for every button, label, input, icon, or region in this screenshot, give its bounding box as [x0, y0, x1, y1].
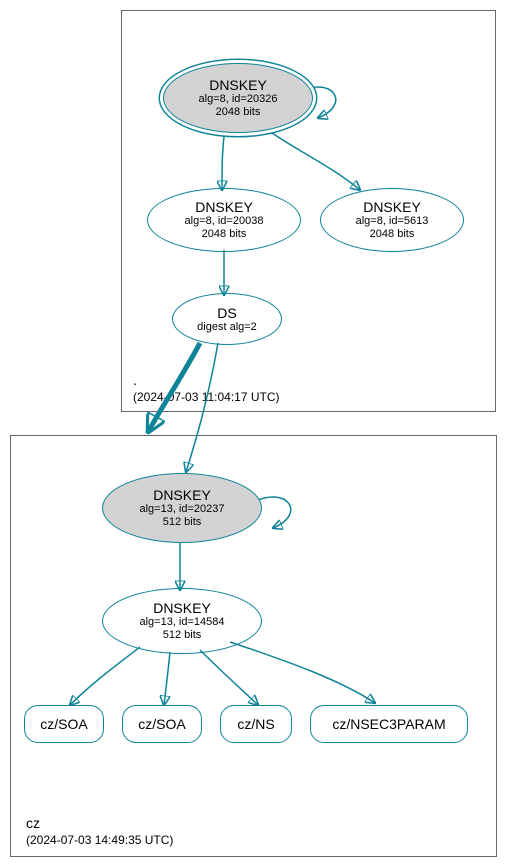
node-title: DNSKEY — [209, 77, 267, 93]
node-sub: 512 bits — [163, 629, 202, 642]
node-sub: alg=13, id=14584 — [139, 616, 224, 629]
zone-timestamp-cz: (2024-07-03 14:49:35 UTC) — [26, 833, 173, 847]
node-sub: 512 bits — [163, 516, 202, 529]
zone-label-root: . — [133, 372, 137, 388]
zone-label-cz: cz — [26, 815, 40, 831]
node-title: cz/NS — [237, 716, 274, 732]
node-root-ds: DS digest alg=2 — [172, 293, 282, 345]
node-title: DS — [217, 305, 236, 321]
node-sub: 2048 bits — [370, 228, 415, 241]
node-cz-ksk: DNSKEY alg=13, id=20237 512 bits — [102, 473, 262, 543]
node-title: DNSKEY — [153, 600, 211, 616]
node-root-ksk: DNSKEY alg=8, id=20326 2048 bits — [163, 63, 313, 133]
node-rr-n3p: cz/NSEC3PARAM — [310, 705, 468, 743]
node-rr-soa2: cz/SOA — [122, 705, 202, 743]
node-sub: alg=8, id=20326 — [199, 93, 278, 106]
node-sub: 2048 bits — [202, 228, 247, 241]
node-sub: alg=13, id=20237 — [139, 503, 224, 516]
node-title: cz/SOA — [138, 716, 185, 732]
node-sub: alg=8, id=20038 — [185, 215, 264, 228]
node-title: DNSKEY — [153, 487, 211, 503]
node-rr-ns: cz/NS — [220, 705, 292, 743]
node-rr-soa1: cz/SOA — [24, 705, 104, 743]
node-root-zsk2: DNSKEY alg=8, id=5613 2048 bits — [320, 188, 464, 252]
node-title: cz/NSEC3PARAM — [332, 716, 445, 732]
node-cz-zsk: DNSKEY alg=13, id=14584 512 bits — [102, 588, 262, 654]
node-root-zsk1: DNSKEY alg=8, id=20038 2048 bits — [147, 188, 301, 252]
node-title: DNSKEY — [195, 199, 253, 215]
node-sub: 2048 bits — [216, 106, 261, 119]
node-title: DNSKEY — [363, 199, 421, 215]
zone-timestamp-root: (2024-07-03 11:04:17 UTC) — [133, 390, 280, 404]
node-title: cz/SOA — [40, 716, 87, 732]
node-sub: alg=8, id=5613 — [356, 215, 429, 228]
node-sub: digest alg=2 — [197, 321, 257, 334]
